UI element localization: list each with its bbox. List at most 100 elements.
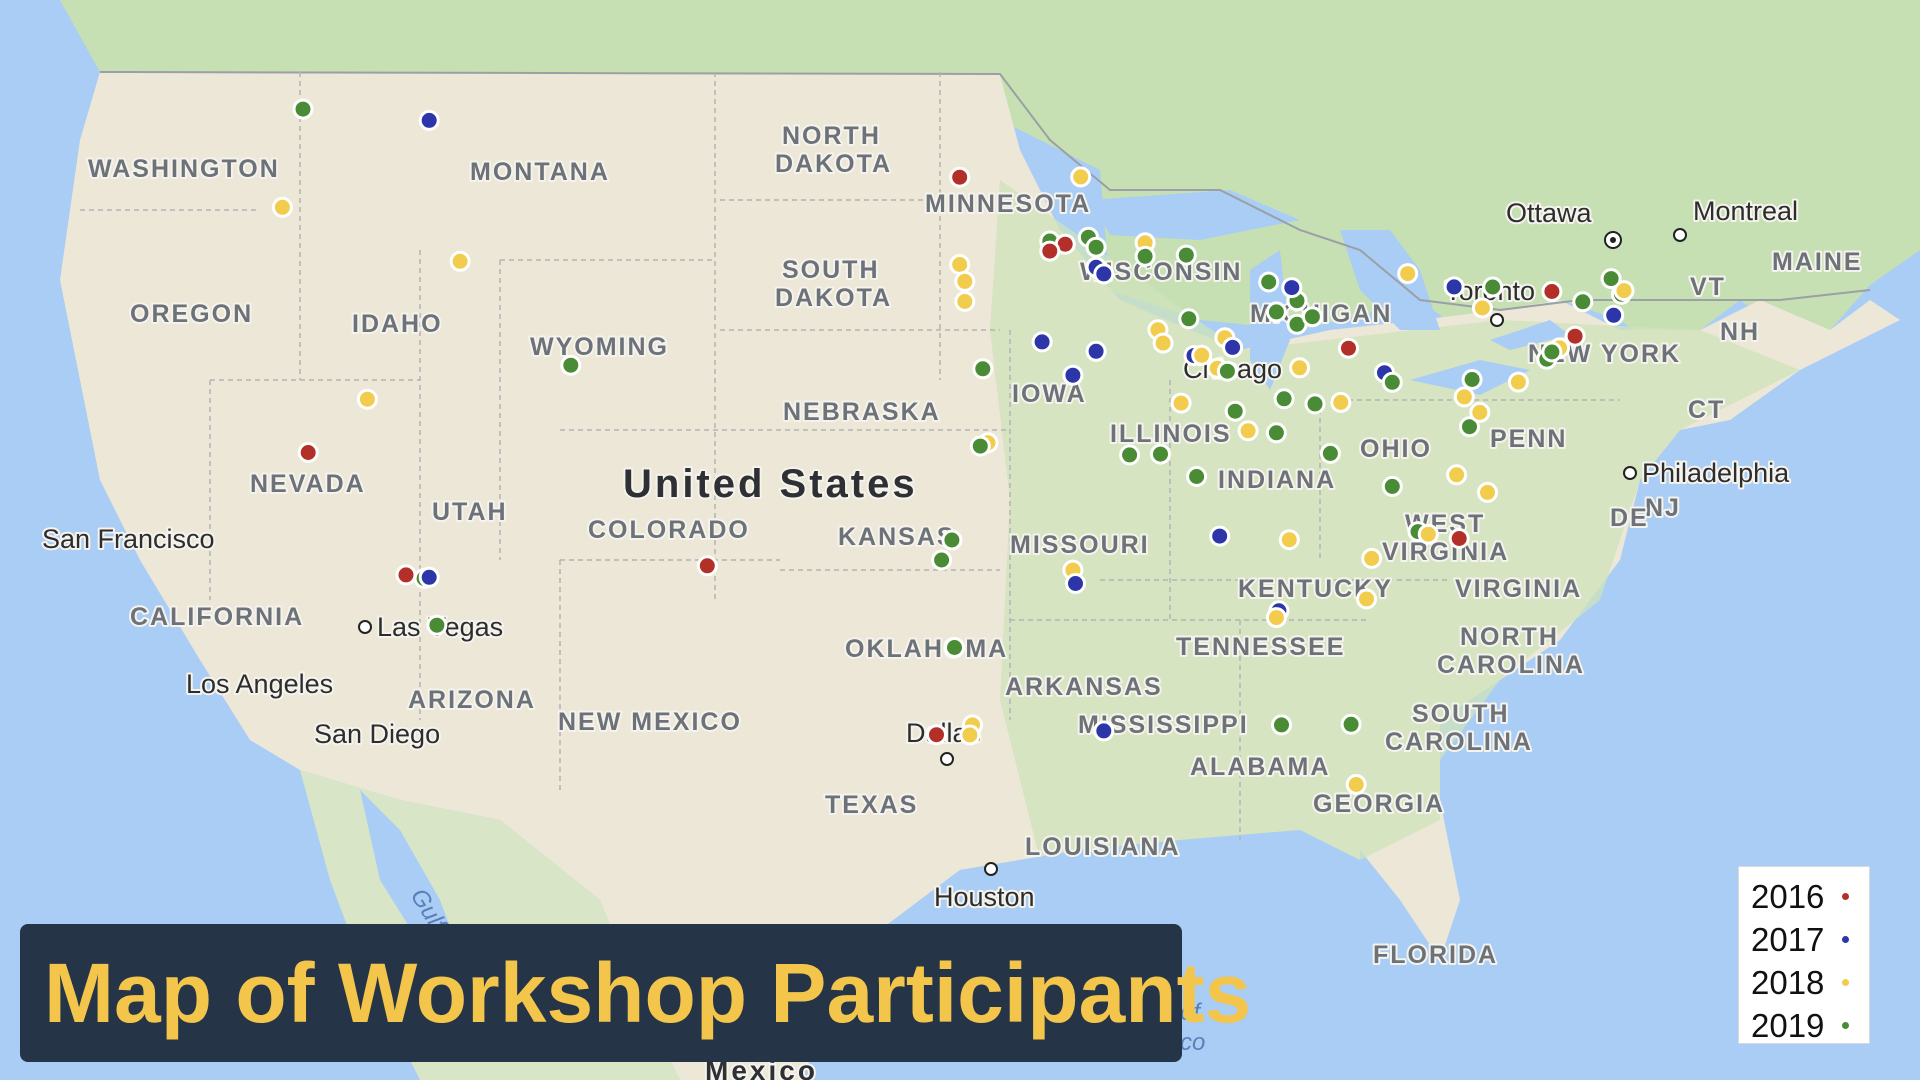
participant-marker-2018[interactable] [954, 291, 976, 312]
participant-marker-2018[interactable] [1453, 386, 1475, 408]
participant-marker-2016[interactable] [926, 724, 947, 746]
participant-marker-2018[interactable] [1356, 588, 1377, 610]
state-label: OHIO [1360, 435, 1432, 463]
participant-marker-2019[interactable] [1572, 291, 1594, 313]
state-label: NEVADA [250, 470, 366, 498]
participant-marker-2018[interactable] [1471, 297, 1493, 319]
participant-marker-2018[interactable] [1191, 344, 1213, 366]
participant-marker-2016[interactable] [297, 442, 319, 463]
participant-marker-2017[interactable] [1085, 340, 1107, 362]
participant-marker-2016[interactable] [1039, 240, 1061, 262]
participant-marker-2019[interactable] [1224, 400, 1246, 422]
participant-marker-2018[interactable] [959, 724, 981, 746]
participant-marker-2018[interactable] [1289, 357, 1311, 379]
participant-marker-2019[interactable] [1134, 245, 1156, 267]
participant-marker-2019[interactable] [1119, 444, 1141, 466]
participant-marker-2018[interactable] [1397, 263, 1419, 285]
participant-marker-2019[interactable] [1150, 443, 1171, 465]
participant-marker-2018[interactable] [1265, 607, 1287, 629]
participant-marker-2017[interactable] [418, 109, 440, 131]
participant-marker-2019[interactable] [1178, 308, 1200, 330]
participant-marker-2019[interactable] [1258, 271, 1280, 293]
country-label-usa: United States [623, 462, 918, 506]
participant-marker-2019[interactable] [1600, 268, 1622, 290]
page-title: Map of Workshop Participants [44, 946, 1252, 1040]
participant-marker-2016[interactable] [1448, 528, 1470, 549]
participant-marker-2019[interactable] [941, 529, 963, 551]
participant-marker-2019[interactable] [560, 354, 582, 376]
participant-marker-2018[interactable] [271, 196, 293, 218]
legend-swatch [1842, 893, 1850, 900]
participant-marker-2017[interactable] [1603, 304, 1625, 326]
participant-marker-2019[interactable] [1319, 442, 1341, 464]
state-label: CAROLINA [1385, 728, 1533, 756]
participant-marker-2016[interactable] [696, 555, 718, 577]
participant-marker-2019[interactable] [1085, 236, 1107, 258]
participant-marker-2019[interactable] [1482, 276, 1504, 298]
city-label-los-angeles: Los Angeles [186, 669, 333, 699]
legend-entry: 2018 [1751, 961, 1859, 1004]
participant-marker-2017[interactable] [418, 566, 440, 588]
participant-marker-2019[interactable] [1301, 306, 1323, 328]
participant-marker-2018[interactable] [1345, 774, 1367, 795]
participant-marker-2019[interactable] [1271, 714, 1292, 736]
participant-marker-2018[interactable] [449, 250, 471, 272]
legend-swatch [1842, 979, 1850, 986]
participant-marker-2016[interactable] [1564, 325, 1586, 347]
participant-marker-2019[interactable] [931, 549, 953, 571]
participant-marker-2019[interactable] [1340, 713, 1362, 735]
participant-marker-2018[interactable] [1507, 371, 1529, 393]
participant-marker-2019[interactable] [1461, 369, 1483, 390]
state-label: ARKANSAS [1005, 673, 1163, 701]
state-label: OREGON [130, 300, 253, 328]
participant-marker-2018[interactable] [1469, 401, 1491, 423]
participant-marker-2018[interactable] [356, 388, 378, 410]
city-label: Montreal [1693, 196, 1798, 226]
participant-marker-2019[interactable] [426, 614, 448, 636]
participant-marker-2018[interactable] [1170, 392, 1192, 414]
participant-marker-2019[interactable] [1265, 422, 1287, 444]
participant-marker-2018[interactable] [1278, 529, 1300, 551]
participant-marker-2018[interactable] [1152, 332, 1174, 354]
participant-marker-2016[interactable] [395, 564, 417, 586]
participant-marker-2017[interactable] [1065, 573, 1086, 594]
participant-marker-2016[interactable] [1541, 281, 1563, 302]
participant-marker-2019[interactable] [969, 435, 991, 457]
legend-swatch [1842, 936, 1850, 943]
participant-marker-2018[interactable] [1361, 547, 1383, 569]
participant-marker-2017[interactable] [1093, 263, 1115, 285]
participant-marker-2018[interactable] [1477, 481, 1498, 503]
participant-marker-2018[interactable] [1070, 166, 1092, 188]
participant-marker-2019[interactable] [1175, 244, 1197, 266]
participant-marker-2019[interactable] [1304, 393, 1326, 415]
participant-marker-2018[interactable] [1330, 391, 1352, 413]
legend-year: 2019 [1751, 1006, 1825, 1044]
participant-marker-2019[interactable] [972, 358, 994, 380]
participant-marker-2019[interactable] [1273, 388, 1295, 410]
participant-marker-2018[interactable] [949, 254, 971, 275]
participant-marker-2019[interactable] [1541, 341, 1563, 363]
participant-marker-2017[interactable] [1093, 720, 1115, 742]
participant-marker-2017[interactable] [1222, 336, 1244, 358]
participant-marker-2017[interactable] [1031, 331, 1053, 353]
participant-marker-2017[interactable] [1443, 276, 1465, 298]
participant-marker-2018[interactable] [1417, 523, 1439, 545]
state-label: UTAH [432, 498, 508, 526]
participant-marker-2019[interactable] [292, 98, 314, 120]
participant-marker-2018[interactable] [1446, 464, 1468, 486]
map-canvas[interactable]: WASHINGTON MONTANA NORTH DAKOTA MINNESOT… [0, 0, 1920, 1080]
participant-marker-2019[interactable] [944, 637, 965, 658]
participant-marker-2019[interactable] [1186, 466, 1208, 487]
participant-marker-2019[interactable] [1381, 475, 1403, 497]
participant-marker-2016[interactable] [949, 166, 971, 188]
participant-marker-2018[interactable] [954, 270, 976, 292]
participant-marker-2018[interactable] [1237, 420, 1259, 442]
state-label: MAINE [1772, 248, 1863, 276]
participant-marker-2017[interactable] [1209, 525, 1231, 547]
participant-marker-2019[interactable] [1265, 301, 1287, 323]
participant-marker-2017[interactable] [1281, 277, 1303, 299]
participant-marker-2019[interactable] [1381, 371, 1403, 393]
participant-marker-2017[interactable] [1062, 364, 1084, 386]
participant-marker-2016[interactable] [1338, 337, 1359, 359]
participant-marker-2019[interactable] [1216, 360, 1238, 382]
